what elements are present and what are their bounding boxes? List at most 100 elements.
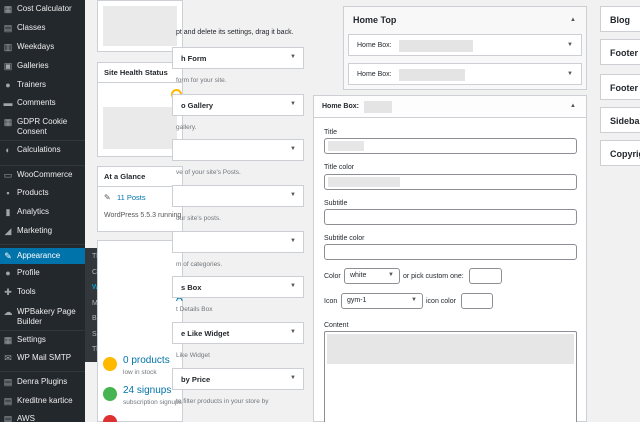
weekdays-icon: ▥ — [3, 42, 13, 52]
widgets-instructions: pt and delete its settings, drag it back… — [176, 29, 294, 36]
subtitle-color-input[interactable] — [324, 244, 577, 260]
color-select[interactable]: white ▼ — [344, 268, 400, 284]
menu-separator — [0, 244, 85, 245]
sidebar-area[interactable]: Sidebar — [600, 107, 640, 133]
activity-box: tus A 0 products low in stock 24 signups… — [97, 240, 188, 422]
menu-label: Tools — [17, 287, 36, 296]
chevron-down-icon: ▼ — [411, 297, 417, 303]
expand-caret-icon[interactable]: ▼ — [290, 101, 296, 107]
sidebar-area[interactable]: Copyright — [600, 140, 640, 166]
classes-icon: ▤ — [3, 23, 13, 33]
available-widget[interactable]: h Form ▼ — [172, 47, 304, 69]
available-widget[interactable]: ▼ — [172, 185, 304, 207]
menu-label: Appearance — [17, 251, 61, 260]
icon-label: Icon — [324, 298, 338, 305]
menu-separator — [0, 140, 85, 141]
collapse-caret-icon[interactable]: ▲ — [570, 103, 576, 109]
marketing-icon: ◢ — [4, 226, 12, 236]
color-select-value: white — [350, 272, 367, 279]
admin-sidebar: ▦ Cost Calculator ▤ Classes ▥ Weekdays ▣ Galler… — [0, 0, 85, 422]
menu-label: Marketing — [17, 226, 53, 235]
custom-color-input[interactable] — [469, 268, 502, 284]
sidebar-area[interactable]: Footer — [600, 39, 640, 65]
available-widget[interactable]: o Gallery ▼ — [172, 94, 304, 116]
available-widget[interactable]: ▼ — [172, 139, 304, 161]
mail-icon: ✉ — [4, 353, 12, 363]
menu-label: Analytics — [17, 207, 50, 216]
posts-link[interactable]: 11 Posts — [117, 193, 146, 202]
widget-header[interactable]: Home Box: ▲ — [314, 96, 586, 118]
wpbakery-icon: ☁ — [3, 307, 13, 317]
sidebar-area-title: Sidebar — [610, 116, 640, 126]
expand-caret-icon[interactable]: ▼ — [290, 329, 296, 335]
home-box-widget[interactable]: Home Box: ▼ — [348, 63, 582, 85]
expand-caret-icon[interactable]: ▼ — [290, 146, 296, 152]
icon-color-label: icon color — [426, 298, 456, 305]
menu-label: Calculations — [17, 145, 61, 154]
expand-caret-icon[interactable]: ▼ — [290, 238, 296, 244]
sidebar-area-title: Footer — [610, 83, 638, 93]
comment-icon: ▬ — [3, 98, 13, 108]
expand-caret-icon[interactable]: ▼ — [290, 192, 296, 198]
expand-caret-icon[interactable]: ▼ — [290, 283, 296, 289]
products-stock-link[interactable]: 0 products — [123, 355, 170, 366]
expand-caret-icon[interactable]: ▼ — [290, 54, 296, 60]
icon-color-input[interactable] — [461, 293, 493, 309]
calculator-icon: ▦ — [3, 4, 13, 14]
available-widget[interactable]: s Box ▼ — [172, 276, 304, 298]
home-top-sidebar[interactable]: Home Top ▲ Home Box: ▼ Home Box: ▼ — [343, 6, 587, 90]
available-widget-desc: m of categories. — [176, 261, 223, 268]
sidebar-area-title: Footer — [610, 48, 638, 58]
site-health-title: Site Health Status — [98, 63, 182, 83]
redacted-block — [328, 177, 400, 187]
sidebar-area[interactable]: Blog — [600, 6, 640, 32]
menu-separator — [0, 165, 85, 166]
pin-icon: ✎ — [104, 193, 111, 202]
subtitle-input[interactable] — [324, 209, 577, 225]
menu-label: Denra Plugins — [17, 377, 68, 386]
subtitle-color-label: Subtitle color — [324, 235, 365, 242]
available-widget[interactable]: by Price ▼ — [172, 368, 304, 390]
content-label: Content — [324, 322, 349, 329]
menu-separator — [0, 330, 85, 331]
expand-caret-icon[interactable]: ▼ — [290, 375, 296, 381]
available-widget-desc: gallery. — [176, 124, 197, 131]
trainers-icon: ● — [5, 80, 11, 90]
expand-caret-icon[interactable]: ▼ — [567, 71, 573, 77]
available-widget-desc: to filter products in your store by — [176, 398, 269, 405]
menu-separator — [0, 371, 85, 372]
home-box-widget[interactable]: Home Box: ▼ — [348, 34, 582, 56]
collapse-caret-icon[interactable]: ▲ — [570, 17, 576, 23]
available-widget-desc: ve of your site's Posts. — [176, 169, 241, 176]
title-color-input[interactable] — [324, 174, 577, 190]
menu-label: Kreditne kartice — [17, 396, 73, 405]
plugins-icon: ▤ — [3, 377, 13, 387]
sidebar-area-title: Blog — [610, 15, 630, 25]
chevron-down-icon: ▼ — [388, 272, 394, 278]
products-stock-sub: low in stock — [123, 369, 157, 376]
settings-icon: ▦ — [3, 335, 13, 345]
available-widget[interactable]: e Like Widget ▼ — [172, 322, 304, 344]
title-label: Title — [324, 129, 337, 136]
home-box-label: Home Box: — [357, 42, 392, 49]
analytics-icon: ▮ — [5, 207, 11, 217]
expand-caret-icon[interactable]: ▼ — [567, 42, 573, 48]
available-widget-title: h Form — [181, 54, 207, 63]
available-widget[interactable]: ▼ — [172, 231, 304, 253]
title-input[interactable] — [324, 138, 577, 154]
subtitle-label: Subtitle — [324, 200, 348, 207]
card-icon: ▤ — [3, 396, 13, 406]
redacted-block — [327, 334, 574, 364]
at-a-glance-box: At a Glance ✎ 11 Posts WordPress 5.5.3 r… — [97, 166, 183, 232]
sidebar-area[interactable]: Footer — [600, 74, 640, 100]
menu-label: Weekdays — [17, 42, 55, 51]
woocommerce-icon: ▭ — [3, 170, 13, 180]
custom-color-label: or pick custom one: — [403, 273, 464, 280]
icon-select[interactable]: gym-1 ▼ — [341, 293, 423, 309]
available-widgets-column: pt and delete its settings, drag it back… — [172, 0, 312, 422]
menu-appearance[interactable]: ✎ Appearance — [0, 248, 85, 264]
calculations-icon: ◐ — [5, 145, 11, 155]
available-widget-title: by Price — [181, 375, 211, 384]
content-textarea[interactable] — [324, 331, 577, 422]
signups-link[interactable]: 24 signups — [123, 385, 171, 396]
